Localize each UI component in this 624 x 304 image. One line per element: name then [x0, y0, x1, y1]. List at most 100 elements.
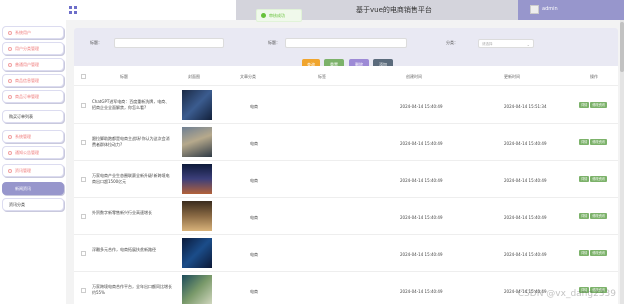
menu-icon — [8, 150, 12, 155]
header-image: 封面图 — [188, 74, 200, 79]
sidebar-item[interactable]: 新闻资讯 — [2, 182, 64, 195]
sidebar-item[interactable]: 商品信息管理 — [2, 74, 64, 87]
cover-image — [182, 238, 212, 268]
sidebar-item-label: 商品订单管理 — [15, 93, 39, 99]
chevron-down-icon: ⌄ — [526, 42, 530, 47]
menu-icon — [8, 94, 12, 99]
sidebar-item-label: 普通用户管理 — [15, 61, 39, 67]
cover-image — [182, 127, 212, 157]
scrollbar-thumb[interactable] — [620, 22, 624, 72]
cover-image — [182, 90, 212, 120]
row-title: 跟拉脚助跑都是电商主战场!你认为这次会消费者群体拉动力? — [92, 136, 170, 147]
edit-button[interactable]: 修改资讯 — [590, 250, 608, 256]
edit-button[interactable]: 修改资讯 — [590, 139, 608, 145]
sidebar-item-label: 购买订单列表 — [9, 113, 33, 119]
title-input[interactable] — [114, 38, 224, 48]
row-updated: 2024-04-14 15:40:49 — [504, 215, 547, 220]
header-tags: 标签 — [318, 74, 326, 79]
sidebar-item[interactable]: 系统用户 — [2, 26, 64, 39]
main-content: 标题： 标题： 分类： 请选择 ⌄ 查询 重置 删除 添加 标题 封面图 文章分… — [68, 20, 624, 304]
row-category: 电商 — [250, 141, 258, 146]
table-row: 跟拉脚助跑都是电商主战场!你认为这次会消费者群体拉动力? 电商 2024-04-14… — [74, 124, 618, 161]
row-title: 浮雕多元合作，电商拓展扶贫新路径 — [92, 247, 156, 252]
row-checkbox[interactable] — [81, 177, 86, 182]
detail-button[interactable]: 详情 — [579, 250, 590, 256]
sidebar: 首页 系统用户用户分类管理普通用户管理商品信息管理商品订单管理购买订单列表系统管… — [0, 0, 66, 304]
category-select-value: 请选择 — [482, 42, 493, 46]
sidebar-item-label: 商品信息管理 — [15, 77, 39, 83]
row-created: 2024-04-14 15:40:49 — [400, 104, 443, 109]
success-toast: 审核成功 — [256, 9, 302, 22]
sidebar-item[interactable]: 用户分类管理 — [2, 42, 64, 55]
sidebar-item[interactable]: 商品订单管理 — [2, 90, 64, 103]
sidebar-item-label: 用户分类管理 — [15, 45, 39, 51]
toast-text: 审核成功 — [269, 12, 285, 18]
detail-button[interactable]: 详情 — [579, 176, 590, 182]
sidebar-item-label: 系统管理 — [15, 133, 31, 139]
watermark: CSDN @vx_dang2339 — [517, 289, 616, 299]
edit-button[interactable]: 修改资讯 — [590, 176, 608, 182]
row-category: 电商 — [250, 104, 258, 109]
top-bar: 基于vue的电商销售平台 admin — [0, 0, 624, 20]
row-actions: 详情 修改资讯 — [579, 102, 608, 108]
select-all-checkbox[interactable] — [81, 74, 86, 79]
edit-button[interactable]: 修改资讯 — [590, 102, 608, 108]
sidebar-item[interactable]: 普通用户管理 — [2, 58, 64, 71]
row-created: 2024-04-14 15:40:49 — [400, 178, 443, 183]
row-actions: 详情 修改资讯 — [579, 213, 608, 219]
header-title: 标题 — [120, 74, 128, 79]
check-icon — [261, 13, 266, 18]
row-title: 万家电商产业生态圈联赛全新升级!新跨境电商出口超1500亿元 — [92, 173, 170, 184]
grid-menu-icon[interactable] — [69, 6, 77, 14]
avatar[interactable] — [530, 5, 539, 14]
header-created: 创建时间 — [406, 74, 422, 79]
row-checkbox[interactable] — [81, 251, 86, 256]
sidebar-item[interactable]: 购买订单列表 — [2, 110, 64, 123]
sidebar-item-label: 资讯分类 — [9, 201, 25, 207]
row-title: 外贸数字新零售新兴行业高速增长 — [92, 210, 152, 215]
category-label: 分类： — [446, 40, 458, 45]
menu-icon — [8, 30, 12, 35]
header-category: 文章分类 — [240, 74, 256, 79]
row-title: 万家跨境电商合作平台，全年出口额同比增长约55% — [92, 284, 172, 295]
row-actions: 详情 修改资讯 — [579, 250, 608, 256]
table-row: 万家跨境电商合作平台，全年出口额同比增长约55% 电商 2024-04-14 15:… — [74, 272, 618, 304]
sidebar-item-label: 新闻资讯 — [15, 185, 31, 191]
sidebar-item[interactable]: 资讯分类 — [2, 198, 64, 211]
row-checkbox[interactable] — [81, 288, 86, 293]
menu-icon — [8, 78, 12, 83]
sidebar-item-label: 系统用户 — [15, 29, 31, 35]
row-checkbox[interactable] — [81, 103, 86, 108]
row-created: 2024-04-14 15:40:49 — [400, 289, 443, 294]
detail-button[interactable]: 详情 — [579, 213, 590, 219]
row-category: 电商 — [250, 252, 258, 257]
row-actions: 详情 修改资讯 — [579, 176, 608, 182]
detail-button[interactable]: 详情 — [579, 139, 590, 145]
edit-button[interactable]: 修改资讯 — [590, 213, 608, 219]
detail-button[interactable]: 详情 — [579, 102, 590, 108]
title2-label: 标题： — [268, 40, 280, 45]
username[interactable]: admin — [542, 6, 558, 12]
cover-image — [182, 275, 212, 304]
row-created: 2024-04-14 15:40:49 — [400, 252, 443, 257]
table-row: ChatGPT进军电商：百度重新洗牌，电商、招商企业全面解禁，你怎么看? 电商 20… — [74, 87, 618, 124]
row-checkbox[interactable] — [81, 214, 86, 219]
header-actions: 操作 — [590, 74, 598, 79]
data-table: 标题 封面图 文章分类 标签 创建时间 更新时间 操作 ChatGPT进军电商：… — [74, 66, 618, 304]
row-updated: 2024-04-14 15:51:34 — [504, 104, 547, 109]
row-updated: 2024-04-14 15:40:49 — [504, 141, 547, 146]
sidebar-item-label: 通知公告管理 — [15, 149, 39, 155]
sidebar-item[interactable]: 资讯管理 — [2, 164, 64, 177]
table-row: 浮雕多元合作，电商拓展扶贫新路径 电商 2024-04-14 15:40:49 202… — [74, 235, 618, 272]
sidebar-item[interactable]: 通知公告管理 — [2, 146, 64, 159]
sidebar-item[interactable]: 系统管理 — [2, 130, 64, 143]
cover-image — [182, 164, 212, 194]
category-select[interactable]: 请选择 ⌄ — [478, 39, 534, 48]
table-row: 外贸数字新零售新兴行业高速增长 电商 2024-04-14 15:40:49 2024… — [74, 198, 618, 235]
row-checkbox[interactable] — [81, 140, 86, 145]
header-updated: 更新时间 — [504, 74, 520, 79]
title2-input[interactable] — [285, 38, 407, 48]
menu-icon — [8, 46, 12, 51]
menu-icon — [8, 134, 12, 139]
row-actions: 详情 修改资讯 — [579, 139, 608, 145]
